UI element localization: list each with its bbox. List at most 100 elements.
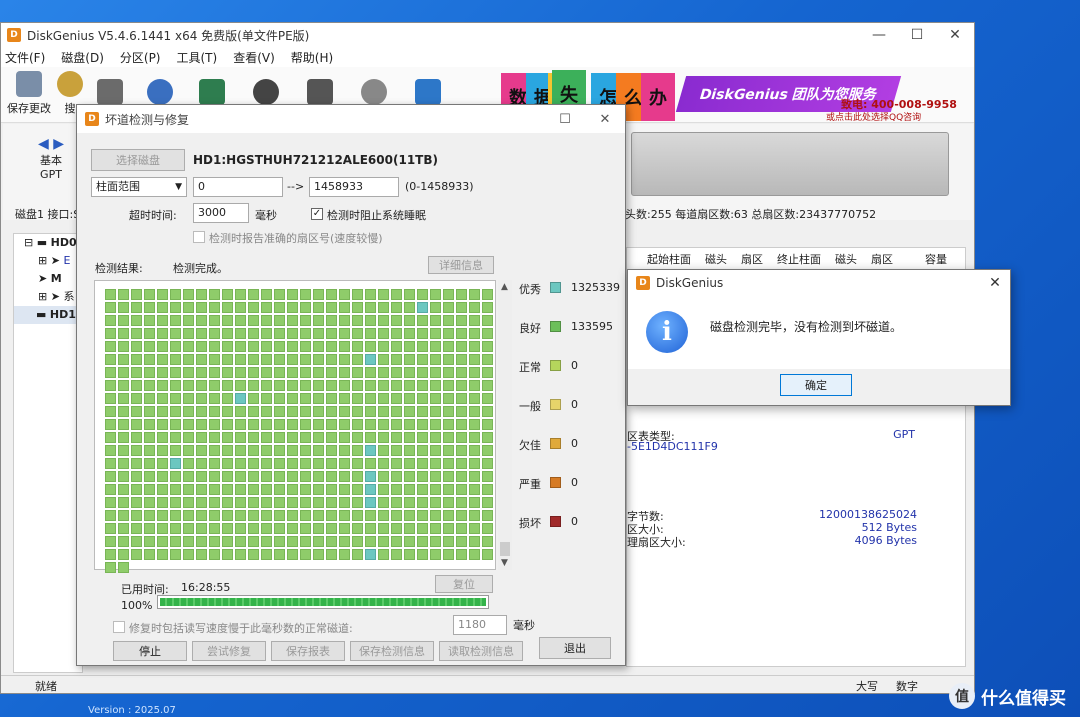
- scan-block: [183, 393, 194, 404]
- scan-block: [326, 341, 337, 352]
- scroll-thumb[interactable]: [500, 542, 510, 556]
- try-repair-button[interactable]: 尝试修复: [192, 641, 266, 661]
- col-sector[interactable]: 扇区: [741, 251, 763, 267]
- scan-block: [313, 302, 324, 313]
- scan-block: [443, 367, 454, 378]
- scan-block: [417, 354, 428, 365]
- range-type-select[interactable]: 柱面范围 ▼: [91, 177, 187, 197]
- scan-block: [365, 393, 376, 404]
- report-exact-checkbox[interactable]: [193, 231, 205, 243]
- scan-block: [352, 419, 363, 430]
- maximize-button[interactable]: ☐: [898, 27, 936, 43]
- reset-button[interactable]: 复位: [435, 575, 493, 593]
- ok-button[interactable]: 确定: [780, 374, 852, 396]
- scan-block: [287, 523, 298, 534]
- prevent-sleep-checkbox[interactable]: ✓: [311, 208, 323, 220]
- col-capacity[interactable]: 容量: [925, 251, 947, 267]
- messagebox-close-button[interactable]: ✕: [980, 275, 1010, 291]
- col-end-cyl[interactable]: 终止柱面: [777, 251, 821, 267]
- select-disk-button[interactable]: 选择磁盘: [91, 149, 185, 171]
- scan-block: [222, 406, 233, 417]
- dialog-maximize-button[interactable]: ☐: [545, 112, 585, 127]
- scan-block: [469, 380, 480, 391]
- scroll-up-icon[interactable]: ▲: [501, 282, 508, 292]
- minimize-button[interactable]: —: [860, 27, 898, 43]
- detail-info-button[interactable]: 详细信息: [428, 256, 494, 274]
- scan-block: [170, 328, 181, 339]
- range-end-input[interactable]: 1458933: [309, 177, 399, 197]
- save-report-button[interactable]: 保存报表: [271, 641, 345, 661]
- scan-block: [287, 328, 298, 339]
- menu-partition[interactable]: 分区(P): [120, 49, 161, 66]
- scan-block: [300, 510, 311, 521]
- col-head[interactable]: 磁头: [705, 251, 727, 267]
- col-start-cyl[interactable]: 起始柱面: [647, 251, 691, 267]
- menu-view[interactable]: 查看(V): [233, 49, 275, 66]
- scan-block: [378, 536, 389, 547]
- scan-block: [131, 289, 142, 300]
- scroll-down-icon[interactable]: ▼: [501, 558, 508, 568]
- range-start-input[interactable]: 0: [193, 177, 283, 197]
- scan-block: [118, 341, 129, 352]
- scan-block: [339, 406, 350, 417]
- repair-slow-checkbox[interactable]: [113, 621, 125, 633]
- scan-block: [417, 497, 428, 508]
- scan-block: [274, 523, 285, 534]
- layers-icon: [199, 78, 225, 105]
- menu-file[interactable]: 文件(F): [5, 49, 45, 66]
- scan-block: [144, 380, 155, 391]
- scan-block: [443, 471, 454, 482]
- scan-block: [222, 393, 233, 404]
- tree-item-part[interactable]: ➤ M: [14, 270, 82, 288]
- scan-block: [482, 445, 493, 456]
- exit-button[interactable]: 退出: [539, 637, 611, 659]
- scan-progress-bar: [157, 595, 489, 609]
- scan-block: [144, 367, 155, 378]
- dialog-close-button[interactable]: ✕: [585, 112, 625, 127]
- scan-block: [118, 445, 129, 456]
- scan-block: [391, 510, 402, 521]
- scan-block: [391, 367, 402, 378]
- banner-qq-link[interactable]: 或点击此处选择QQ咨询: [826, 110, 921, 123]
- stop-button[interactable]: 停止: [113, 641, 187, 661]
- load-scan-info-button[interactable]: 读取检测信息: [439, 641, 523, 661]
- scan-block: [105, 523, 116, 534]
- menu-help[interactable]: 帮助(H): [291, 49, 333, 66]
- save-changes-button[interactable]: 保存更改: [3, 67, 55, 119]
- repair-ms-input[interactable]: 1180: [453, 615, 507, 635]
- tree-item-hd0[interactable]: ⊟ ▬ HD0: [14, 234, 82, 252]
- scan-block: [339, 328, 350, 339]
- scan-block: [430, 497, 441, 508]
- tree-item-part[interactable]: ⊞ ➤ 系: [14, 288, 82, 306]
- block-map-scrollbar[interactable]: ▲ ▼: [498, 280, 512, 570]
- menu-tools[interactable]: 工具(T): [177, 49, 218, 66]
- scan-block: [183, 354, 194, 365]
- scan-block: [469, 536, 480, 547]
- scan-block: [417, 549, 428, 560]
- menu-disk[interactable]: 磁盘(D): [61, 49, 104, 66]
- bad-sector-dialog: D 坏道检测与修复 ☐ ✕ 选择磁盘 HD1:HGSTHUH721212ALE6…: [76, 104, 626, 666]
- scan-block: [365, 289, 376, 300]
- disk-nav-arrows-icon[interactable]: ◀ ▶: [33, 136, 69, 152]
- scan-block: [300, 419, 311, 430]
- scan-block: [287, 302, 298, 313]
- scan-block: [352, 341, 363, 352]
- timeout-input[interactable]: 3000: [193, 203, 249, 223]
- scan-block: [131, 445, 142, 456]
- col-sector[interactable]: 扇区: [871, 251, 893, 267]
- scan-block: [222, 432, 233, 443]
- col-head[interactable]: 磁头: [835, 251, 857, 267]
- tree-item-part[interactable]: ⊞ ➤ E: [14, 252, 82, 270]
- scan-block: [105, 510, 116, 521]
- scan-block: [326, 328, 337, 339]
- scan-block: [105, 341, 116, 352]
- scan-block: [261, 432, 272, 443]
- save-scan-info-button[interactable]: 保存检测信息: [350, 641, 434, 661]
- tree-item-hd1[interactable]: ▬ HD1: [14, 306, 82, 324]
- scan-block: [261, 328, 272, 339]
- disk-partition-graphic[interactable]: [631, 132, 949, 196]
- scan-block: [456, 354, 467, 365]
- scan-block: [443, 523, 454, 534]
- close-button[interactable]: ✕: [936, 27, 974, 43]
- scan-block: [183, 315, 194, 326]
